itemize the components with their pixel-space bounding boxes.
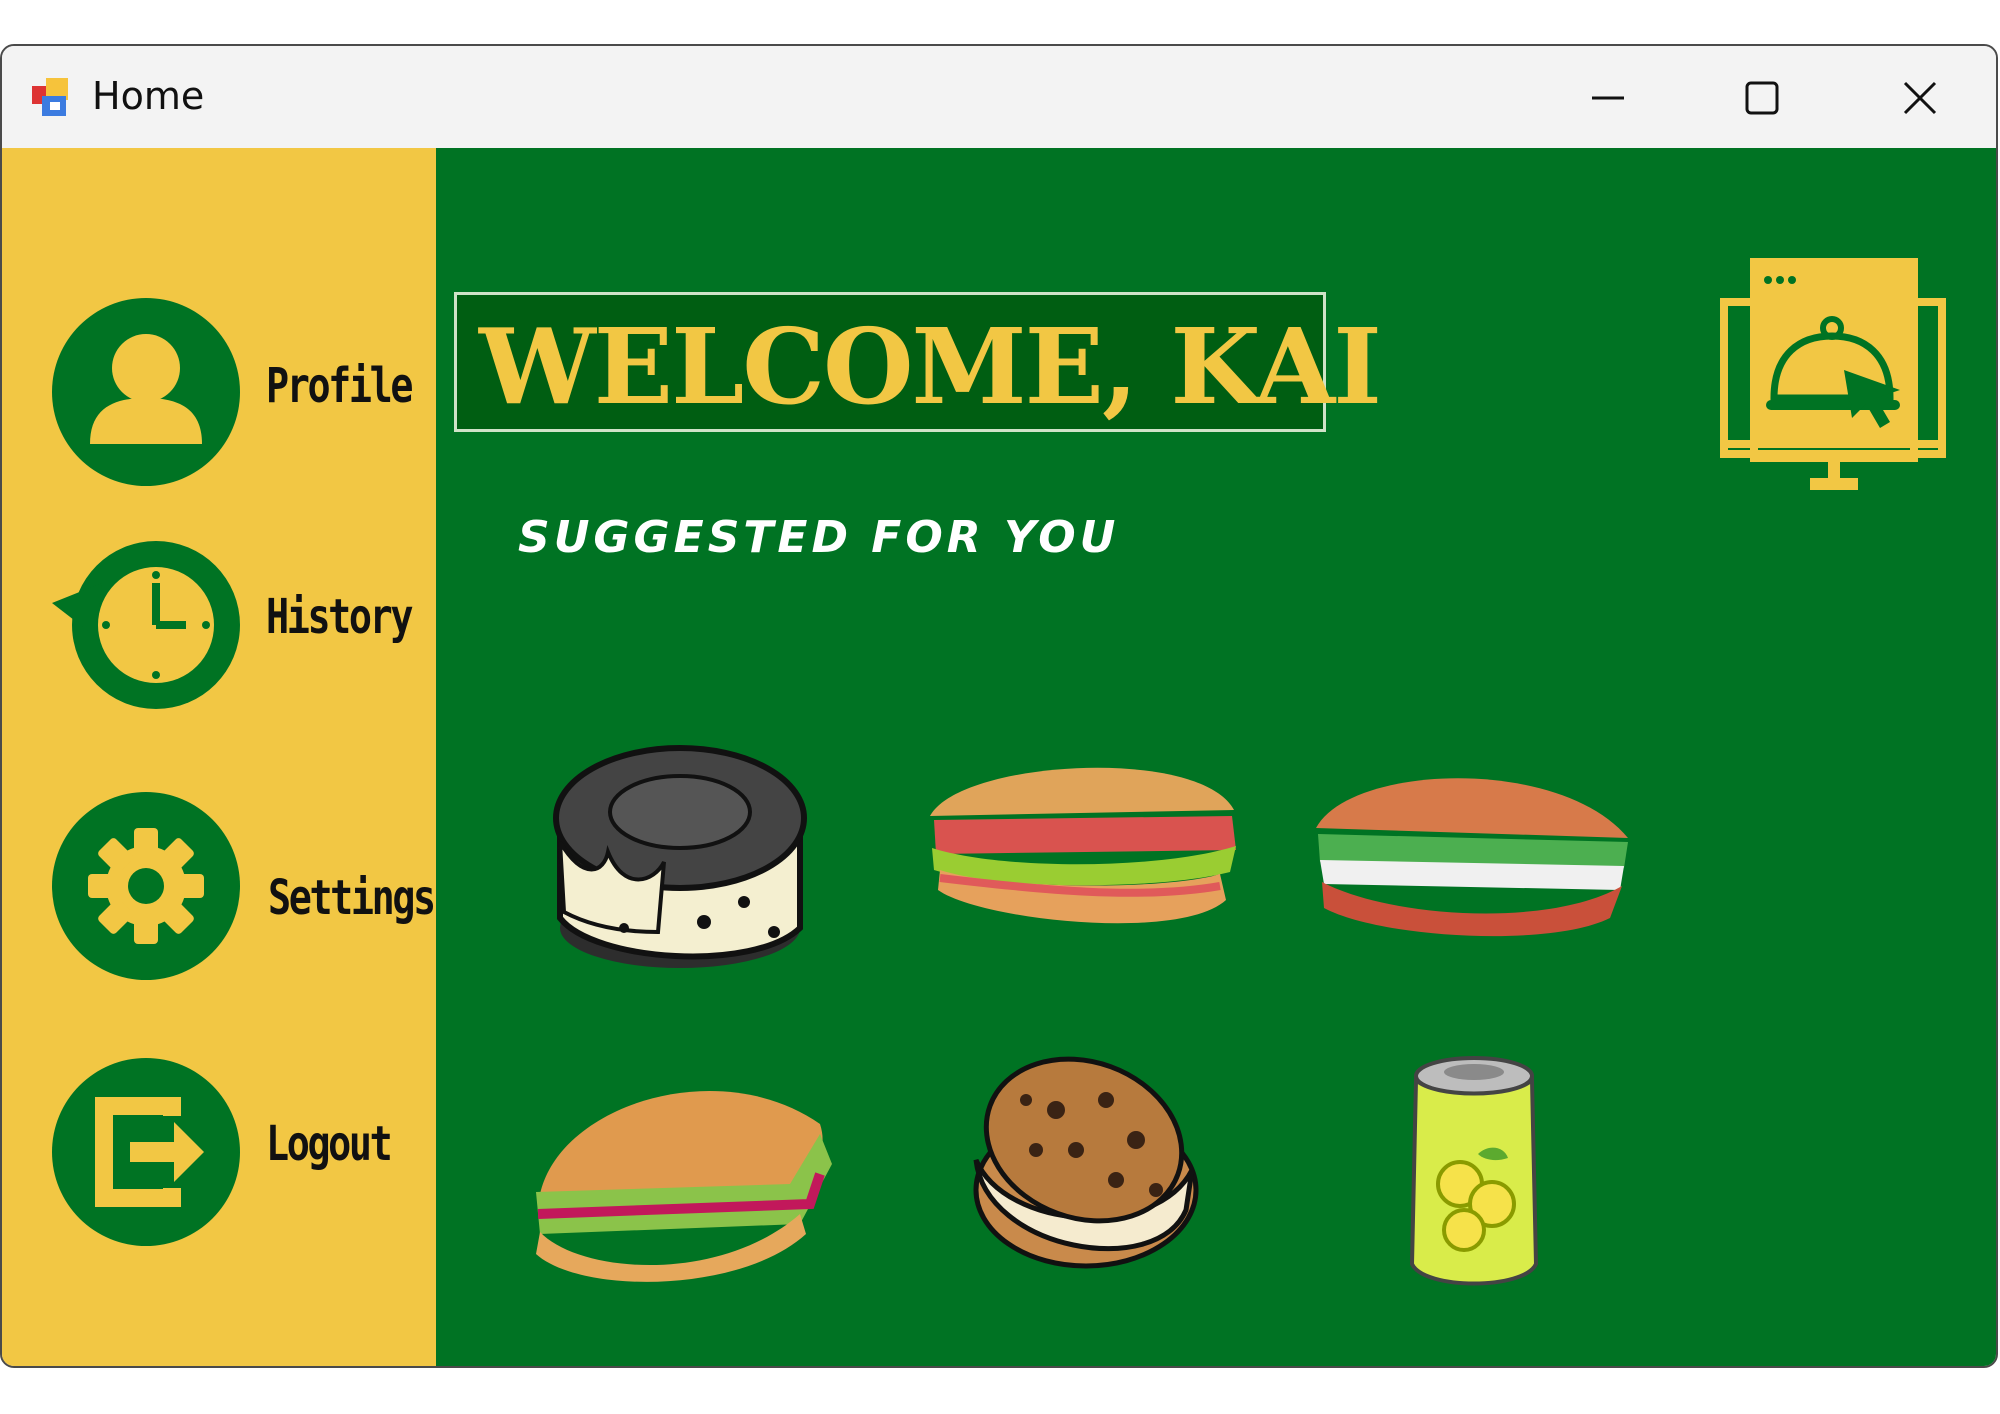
close-icon	[1903, 81, 1937, 115]
sidebar-item-label: Settings	[268, 870, 436, 926]
gear-icon	[52, 792, 240, 980]
cookie-ice-cream-sandwich-icon[interactable]	[534, 732, 820, 976]
sidebar-item-logout[interactable]: Logout	[2, 1058, 436, 1258]
history-clock-icon	[52, 541, 240, 709]
sub-sandwich-icon[interactable]	[920, 750, 1244, 946]
maximize-button[interactable]	[1732, 68, 1792, 128]
sidebar-item-profile[interactable]: Profile	[2, 298, 436, 498]
minimize-icon	[1592, 96, 1624, 100]
sidebar-item-settings[interactable]: Settings	[2, 792, 436, 992]
sidebar-item-label: Profile	[266, 358, 413, 414]
window-title: Home	[92, 74, 205, 118]
lemon-soda-can-icon[interactable]	[1404, 1054, 1544, 1294]
welcome-text: WELCOME, KAI	[479, 305, 1382, 428]
logout-icon	[52, 1058, 240, 1246]
title-bar[interactable]: Home	[2, 46, 1996, 148]
baguette-sandwich-icon[interactable]	[1310, 758, 1634, 954]
app-icon	[32, 78, 68, 116]
suggested-heading: SUGGESTED FOR YOU	[518, 512, 1120, 563]
sidebar-item-label: Logout	[266, 1116, 393, 1172]
user-icon	[52, 298, 240, 486]
online-food-order-icon	[1720, 258, 1946, 490]
chocolate-chip-ice-cream-sandwich-icon[interactable]	[956, 1040, 1202, 1284]
sidebar: Profile History Settings Logout	[2, 148, 436, 1366]
hoagie-sandwich-icon[interactable]	[520, 1064, 838, 1286]
sidebar-item-history[interactable]: History	[2, 533, 436, 733]
minimize-button[interactable]	[1578, 68, 1638, 128]
app-window: Home Profile History Settings Logout WEL…	[0, 44, 1998, 1368]
welcome-banner: WELCOME, KAI	[454, 292, 1382, 432]
close-button[interactable]	[1890, 68, 1950, 128]
maximize-icon	[1745, 81, 1779, 115]
sidebar-item-label: History	[266, 589, 413, 645]
main-panel: WELCOME, KAI SUGGESTED FOR YOU	[436, 148, 1996, 1366]
